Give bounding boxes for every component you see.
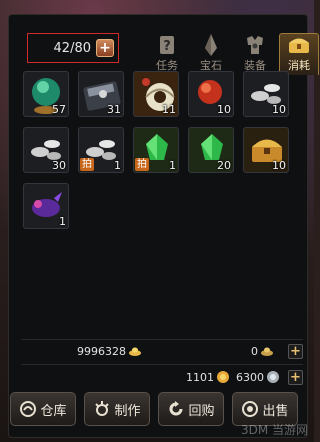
svg-text:?: ? bbox=[163, 39, 171, 54]
item-slot[interactable]: 30 bbox=[23, 127, 69, 173]
item-count: 10 bbox=[272, 103, 286, 116]
currency-divider bbox=[21, 339, 303, 340]
item-slot[interactable]: 11 bbox=[133, 71, 179, 117]
crafting-icon bbox=[93, 400, 111, 418]
currency-divider bbox=[21, 364, 303, 365]
item-count: 10 bbox=[217, 103, 231, 116]
add-ingot-button[interactable]: + bbox=[288, 343, 303, 359]
ingot-row: 9996328 0 + bbox=[21, 342, 303, 360]
capacity-count: 42/80 bbox=[53, 40, 91, 56]
category-tabs: ? 任务 宝石 装备 消耗 bbox=[147, 33, 319, 75]
item-slot[interactable]: 57 bbox=[23, 71, 69, 117]
bound-ingot-amount: 0 bbox=[251, 344, 258, 358]
item-count: 20 bbox=[217, 159, 231, 172]
item-count: 30 bbox=[52, 159, 66, 172]
sell-label: 出售 bbox=[262, 403, 289, 419]
tab-gem[interactable]: 宝石 bbox=[191, 33, 231, 75]
warehouse-icon bbox=[19, 400, 37, 418]
item-count: 1 bbox=[114, 159, 121, 172]
inventory-panel: 42/80 + ? 任务 宝石 装备 消耗 57 31 11 10 10 30 … bbox=[8, 14, 319, 438]
silver-coin-amount: 6300 bbox=[236, 370, 264, 384]
treasure-chest-icon bbox=[288, 35, 310, 55]
buyback-button[interactable]: 回购 bbox=[158, 392, 224, 426]
item-slot[interactable]: 1 bbox=[23, 183, 69, 229]
quest-scroll-icon: ? bbox=[156, 35, 178, 55]
sell-icon bbox=[241, 400, 259, 418]
armor-icon bbox=[244, 35, 266, 55]
item-slot[interactable]: 31 bbox=[78, 71, 124, 117]
tab-equipment[interactable]: 装备 bbox=[235, 33, 275, 75]
bag-capacity: 42/80 + bbox=[27, 33, 119, 63]
item-count: 11 bbox=[162, 103, 176, 116]
item-slot[interactable]: 拍 1 bbox=[133, 127, 179, 173]
buyback-icon bbox=[167, 400, 185, 418]
item-count: 31 bbox=[107, 103, 121, 116]
tab-consumable[interactable]: 消耗 bbox=[279, 33, 319, 75]
gold-coin-amount: 1101 bbox=[186, 370, 214, 384]
gold-ingot-amount: 9996328 bbox=[77, 344, 126, 358]
gem-crystal-icon bbox=[200, 34, 222, 56]
auction-tag: 拍 bbox=[80, 158, 94, 171]
item-slot[interactable]: 拍 1 bbox=[78, 127, 124, 173]
expand-capacity-button[interactable]: + bbox=[96, 39, 114, 57]
gold-ingot-icon bbox=[129, 347, 141, 356]
auction-tag: 拍 bbox=[135, 158, 149, 171]
buyback-label: 回购 bbox=[188, 403, 215, 419]
coin-row: 1101 6300 + bbox=[21, 368, 303, 386]
item-count: 10 bbox=[272, 159, 286, 172]
item-slot[interactable]: 10 bbox=[188, 71, 234, 117]
site-watermark: 3DM 当游网 bbox=[240, 423, 308, 437]
item-count: 1 bbox=[59, 215, 66, 228]
item-count: 1 bbox=[169, 159, 176, 172]
warehouse-button[interactable]: 仓库 bbox=[10, 392, 76, 426]
item-count: 57 bbox=[52, 103, 66, 116]
item-grid: 57 31 11 10 10 30 拍 1 拍 1 20 10 1 bbox=[21, 71, 301, 351]
silver-coin-icon bbox=[267, 371, 279, 383]
gold-coin-icon bbox=[217, 371, 229, 383]
crafting-label: 制作 bbox=[114, 403, 141, 419]
tab-quest[interactable]: ? 任务 bbox=[147, 33, 187, 75]
add-coin-button[interactable]: + bbox=[288, 369, 303, 385]
item-slot[interactable]: 10 bbox=[243, 71, 289, 117]
bound-ingot-icon bbox=[261, 347, 273, 356]
item-slot[interactable]: 10 bbox=[243, 127, 289, 173]
item-slot[interactable]: 20 bbox=[188, 127, 234, 173]
crafting-button[interactable]: 制作 bbox=[84, 392, 150, 426]
warehouse-label: 仓库 bbox=[40, 403, 67, 419]
